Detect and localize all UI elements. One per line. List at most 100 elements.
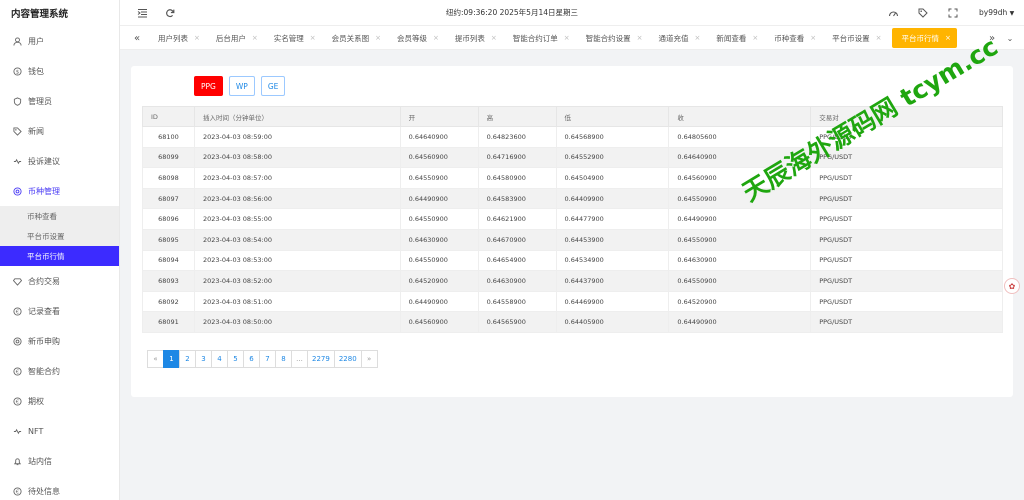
page-button[interactable]: 7: [259, 350, 276, 368]
tab-platform-coin-market[interactable]: 平台币行情 ×: [891, 28, 957, 48]
sidebar-item-admin[interactable]: 管理员: [0, 86, 119, 116]
next-page-button[interactable]: »: [360, 350, 378, 368]
filter-ge-button[interactable]: GE: [260, 76, 286, 96]
table-cell: 2023-04-03 08:53:00: [193, 249, 401, 272]
close-icon[interactable]: ×: [876, 34, 882, 42]
refresh-icon[interactable]: [164, 7, 176, 19]
sidebar-item-contract-trading[interactable]: 合约交易: [0, 266, 119, 296]
page-button[interactable]: 2: [179, 350, 196, 368]
table-cell: 0.64580900: [477, 167, 557, 189]
close-icon[interactable]: ×: [375, 34, 381, 42]
tab-news-view[interactable]: 新闻查看 ×: [706, 26, 764, 50]
page-button[interactable]: 3: [195, 350, 212, 368]
tag-icon: [12, 126, 22, 136]
sidebar-item-pending-info[interactable]: € 待处信息: [0, 476, 119, 500]
table-cell: 68099: [142, 146, 195, 169]
column-header-id[interactable]: ID: [142, 106, 195, 127]
sidebar-item-wallet[interactable]: $ 钱包: [0, 56, 119, 86]
tab-contract-orders[interactable]: 智能合约订单 ×: [503, 26, 576, 50]
pagination: «1 2 3 4 5 6 7 8... 2279 2280»: [147, 350, 378, 368]
sidebar-item-feedback[interactable]: 投诉建议: [0, 146, 119, 176]
close-icon[interactable]: ×: [564, 34, 570, 42]
sidebar-item-label: 站内信: [28, 456, 52, 466]
svg-text:€: €: [15, 399, 19, 405]
table-row: 68091 2023-04-03 08:50:00 0.64560900 0.6456…: [142, 311, 1003, 333]
submenu-item-platform-coin-market[interactable]: 平台币行情: [0, 246, 119, 266]
svg-text:€: €: [15, 369, 19, 375]
sidebar-item-nft[interactable]: NFT: [0, 416, 119, 446]
table-cell: 2023-04-03 08:56:00: [193, 187, 401, 210]
table-cell: 2023-04-03 08:51:00: [193, 290, 401, 313]
prev-page-button[interactable]: «: [147, 350, 164, 368]
tab-coin-view[interactable]: 币种查看 ×: [764, 26, 822, 50]
tab-platform-coin-settings[interactable]: 平台币设置 ×: [822, 26, 887, 50]
column-header-high[interactable]: 高: [477, 106, 557, 127]
submenu-item-coin-view[interactable]: 币种查看: [0, 206, 119, 226]
tag-icon[interactable]: [917, 7, 929, 19]
table-cell: 0.64550900: [668, 270, 812, 292]
tab-member-relations[interactable]: 会员关系图 ×: [322, 26, 387, 50]
table-row: 68095 2023-04-03 08:54:00 0.64630900 0.6467…: [142, 228, 1003, 251]
close-icon[interactable]: ×: [945, 34, 951, 42]
table-cell: PPG/USDT: [810, 208, 1003, 230]
table-cell: 68097: [142, 187, 195, 210]
page-button[interactable]: 2279: [307, 350, 335, 368]
tab-contract-settings[interactable]: 智能合约设置 ×: [576, 26, 649, 50]
tab-label: 提币列表: [454, 33, 485, 43]
dashboard-icon[interactable]: [887, 7, 899, 19]
page-button[interactable]: 6: [243, 350, 260, 368]
tab-real-name[interactable]: 实名管理 ×: [264, 26, 322, 50]
close-icon[interactable]: ×: [310, 34, 316, 42]
user-menu[interactable]: by99dh ▼: [979, 8, 1014, 17]
page-button[interactable]: 1: [163, 350, 180, 368]
sidebar-item-smart-contract[interactable]: € 智能合约: [0, 356, 119, 386]
scroll-left-icon[interactable]: «: [131, 32, 143, 44]
floating-helper-button[interactable]: ✿: [1004, 278, 1020, 294]
chevron-down-icon[interactable]: ⌄: [1004, 32, 1016, 44]
sidebar-item-new-coin-subscription[interactable]: 新币申购: [0, 326, 119, 356]
fullscreen-icon[interactable]: [947, 7, 959, 19]
close-icon[interactable]: ×: [491, 34, 497, 42]
page-ellipsis: ...: [291, 350, 308, 368]
table-cell: 0.64568900: [555, 126, 670, 148]
tab-withdraw-list[interactable]: 提币列表 ×: [445, 26, 503, 50]
sidebar-item-options[interactable]: € 期权: [0, 386, 119, 416]
menu-collapse-icon[interactable]: [136, 7, 148, 19]
tab-channel-recharge[interactable]: 通道充值 ×: [649, 26, 707, 50]
table-cell: 0.64630900: [477, 270, 557, 292]
tab-label: 用户列表: [158, 33, 188, 43]
sidebar-item-coin-management[interactable]: 币种管理: [0, 176, 119, 206]
diamond-icon: [12, 276, 22, 286]
tab-user-list[interactable]: 用户列表 ×: [148, 26, 206, 50]
username: by99dh: [979, 8, 1008, 17]
column-header-open[interactable]: 开: [399, 106, 479, 127]
sidebar-item-messages[interactable]: 站内信: [0, 446, 119, 476]
tab-admin-users[interactable]: 后台用户 ×: [206, 26, 264, 50]
sidebar-item-records[interactable]: € 记录查看: [0, 296, 119, 326]
column-header-time[interactable]: 插入时间（分钟单位）: [193, 106, 401, 127]
sidebar-item-news[interactable]: 新闻: [0, 116, 119, 146]
close-icon[interactable]: ×: [194, 34, 200, 42]
page-button[interactable]: 2280: [333, 350, 362, 368]
table-cell: 0.64558900: [477, 290, 557, 313]
table-cell: 0.64405900: [555, 311, 670, 333]
close-icon[interactable]: ×: [433, 34, 439, 42]
close-icon[interactable]: ×: [637, 34, 643, 42]
column-header-close[interactable]: 收: [668, 106, 812, 127]
sidebar-item-users[interactable]: 用户: [0, 26, 119, 56]
close-icon[interactable]: ×: [252, 34, 258, 42]
page-button[interactable]: 5: [227, 350, 244, 368]
page-button[interactable]: 4: [211, 350, 228, 368]
close-icon[interactable]: ×: [810, 34, 816, 42]
submenu-item-platform-coin-settings[interactable]: 平台币设置: [0, 226, 119, 246]
filter-wp-button[interactable]: WP: [228, 76, 255, 96]
close-icon[interactable]: ×: [752, 34, 758, 42]
table-cell: 0.64477900: [555, 208, 670, 230]
filter-ppg-button[interactable]: PPG: [194, 76, 223, 96]
column-header-low[interactable]: 低: [555, 106, 670, 127]
tab-member-level[interactable]: 会员等级 ×: [387, 26, 445, 50]
table-row: 68093 2023-04-03 08:52:00 0.64520900 0.6463…: [142, 270, 1003, 292]
coin-icon: [12, 186, 22, 196]
page-button[interactable]: 8: [275, 350, 292, 368]
close-icon[interactable]: ×: [695, 34, 701, 42]
